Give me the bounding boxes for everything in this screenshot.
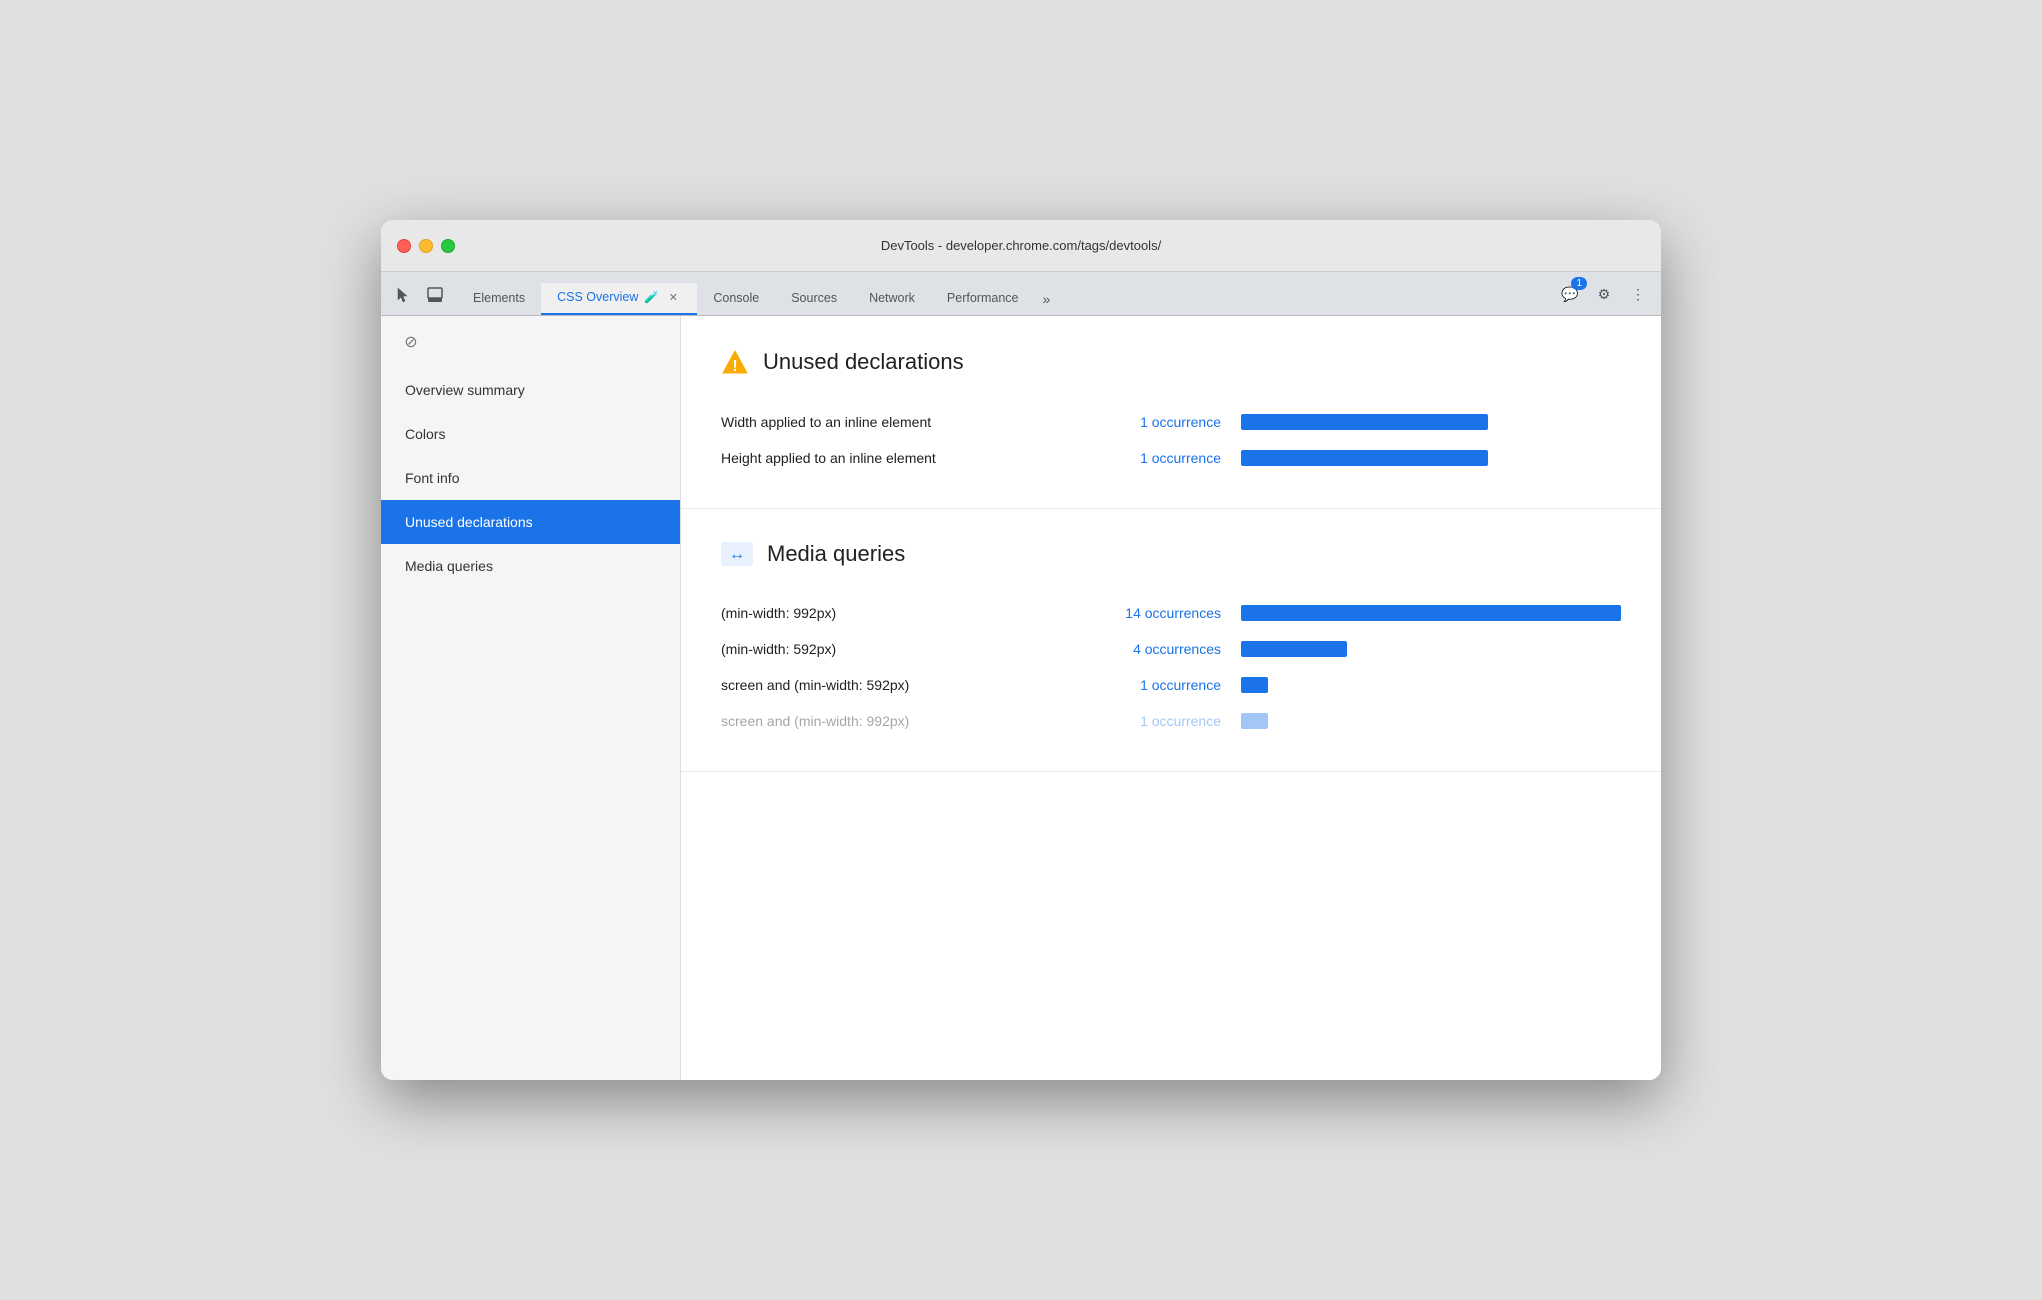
svg-text:!: ! [732, 358, 737, 375]
row-occurrence[interactable]: 14 occurrences [1081, 605, 1221, 621]
row-bar [1241, 677, 1268, 693]
sidebar-item-overview-summary-label: Overview summary [405, 382, 525, 398]
tab-close-icon[interactable]: ✕ [665, 289, 681, 305]
sidebar-item-unused-declarations-label: Unused declarations [405, 514, 533, 530]
row-occurrence[interactable]: 1 occurrence [1081, 450, 1221, 466]
unused-declarations-title: Unused declarations [763, 349, 964, 375]
media-queries-section: ↔ Media queries (min-width: 992px) 14 oc… [681, 509, 1661, 772]
tab-css-overview[interactable]: CSS Overview 🧪 ✕ [541, 283, 697, 315]
row-bar-container [1241, 641, 1621, 657]
tab-sources[interactable]: Sources [775, 285, 853, 315]
settings-icon: ⚙ [1598, 286, 1611, 303]
sidebar-item-media-queries[interactable]: Media queries [381, 544, 680, 588]
sidebar-item-font-info[interactable]: Font info [381, 456, 680, 500]
media-queries-icon: ↔ [721, 542, 753, 566]
row-bar [1241, 713, 1268, 729]
row-label: Height applied to an inline element [721, 450, 1061, 466]
row-label: Width applied to an inline element [721, 414, 1061, 430]
content-area: ! Unused declarations Width applied to a… [681, 316, 1661, 1080]
tab-network[interactable]: Network [853, 285, 931, 315]
row-bar [1241, 605, 1621, 621]
tab-bar-actions: 💬 1 ⚙ ⋮ [1555, 279, 1653, 315]
row-occurrence[interactable]: 4 occurrences [1081, 641, 1221, 657]
table-row: screen and (min-width: 592px) 1 occurren… [721, 667, 1621, 703]
sidebar-item-colors-label: Colors [405, 426, 445, 442]
warning-icon: ! [721, 348, 749, 376]
table-row: (min-width: 592px) 4 occurrences [721, 631, 1621, 667]
row-bar-container [1241, 605, 1621, 621]
row-label: (min-width: 592px) [721, 641, 1061, 657]
tab-sources-label: Sources [791, 291, 837, 305]
chat-button[interactable]: 💬 1 [1555, 279, 1585, 309]
sidebar: ⊘ Overview summary Colors Font info Unus… [381, 316, 681, 1080]
table-row: screen and (min-width: 992px) 1 occurren… [721, 703, 1621, 739]
row-bar [1241, 641, 1347, 657]
tab-console[interactable]: Console [697, 285, 775, 315]
svg-text:↔: ↔ [729, 546, 745, 563]
row-bar-container [1241, 414, 1621, 430]
main-area: ⊘ Overview summary Colors Font info Unus… [381, 316, 1661, 1080]
table-row: Height applied to an inline element 1 oc… [721, 440, 1621, 476]
block-icon: ⊘ [404, 332, 417, 352]
minimize-button[interactable] [419, 239, 433, 253]
row-label: screen and (min-width: 992px) [721, 713, 1061, 729]
unused-declarations-section: ! Unused declarations Width applied to a… [681, 316, 1661, 509]
settings-button[interactable]: ⚙ [1589, 279, 1619, 309]
tab-elements[interactable]: Elements [457, 285, 541, 315]
tab-bar: Elements CSS Overview 🧪 ✕ Console Source… [381, 272, 1661, 316]
row-bar [1241, 450, 1488, 466]
sidebar-nav: Overview summary Colors Font info Unused… [381, 368, 680, 588]
media-queries-title: Media queries [767, 541, 905, 567]
more-tabs-button[interactable]: » [1034, 285, 1058, 315]
more-options-button[interactable]: ⋮ [1623, 279, 1653, 309]
tab-bar-tools [389, 281, 449, 315]
devtools-window: DevTools - developer.chrome.com/tags/dev… [381, 220, 1661, 1080]
notification-badge: 1 [1571, 277, 1587, 290]
row-bar-container [1241, 713, 1621, 729]
title-bar: DevTools - developer.chrome.com/tags/dev… [381, 220, 1661, 272]
tabs-list: Elements CSS Overview 🧪 ✕ Console Source… [457, 283, 1555, 315]
maximize-button[interactable] [441, 239, 455, 253]
row-occurrence[interactable]: 1 occurrence [1081, 713, 1221, 729]
more-tabs-icon: » [1042, 291, 1050, 307]
table-row: Width applied to an inline element 1 occ… [721, 404, 1621, 440]
close-button[interactable] [397, 239, 411, 253]
row-occurrence[interactable]: 1 occurrence [1081, 414, 1221, 430]
sidebar-item-colors[interactable]: Colors [381, 412, 680, 456]
sidebar-block-icon[interactable]: ⊘ [397, 328, 425, 356]
row-bar-container [1241, 677, 1621, 693]
flask-icon: 🧪 [644, 290, 659, 304]
traffic-lights [397, 239, 455, 253]
unused-declarations-header: ! Unused declarations [721, 348, 1621, 376]
row-bar [1241, 414, 1488, 430]
table-row: (min-width: 992px) 14 occurrences [721, 595, 1621, 631]
sidebar-item-media-queries-label: Media queries [405, 558, 493, 574]
tab-css-overview-label: CSS Overview [557, 290, 638, 304]
tab-elements-label: Elements [473, 291, 525, 305]
sidebar-item-unused-declarations[interactable]: Unused declarations [381, 500, 680, 544]
tab-network-label: Network [869, 291, 915, 305]
row-label: (min-width: 992px) [721, 605, 1061, 621]
sidebar-item-font-info-label: Font info [405, 470, 459, 486]
row-bar-container [1241, 450, 1621, 466]
row-occurrence[interactable]: 1 occurrence [1081, 677, 1221, 693]
dock-icon[interactable] [421, 281, 449, 309]
sidebar-item-overview-summary[interactable]: Overview summary [381, 368, 680, 412]
tab-console-label: Console [713, 291, 759, 305]
tab-performance[interactable]: Performance [931, 285, 1035, 315]
media-queries-header: ↔ Media queries [721, 541, 1621, 567]
tab-performance-label: Performance [947, 291, 1019, 305]
cursor-icon[interactable] [389, 281, 417, 309]
more-options-icon: ⋮ [1631, 286, 1645, 303]
row-label: screen and (min-width: 592px) [721, 677, 1061, 693]
sidebar-header: ⊘ [381, 316, 680, 368]
window-title: DevTools - developer.chrome.com/tags/dev… [881, 238, 1161, 253]
